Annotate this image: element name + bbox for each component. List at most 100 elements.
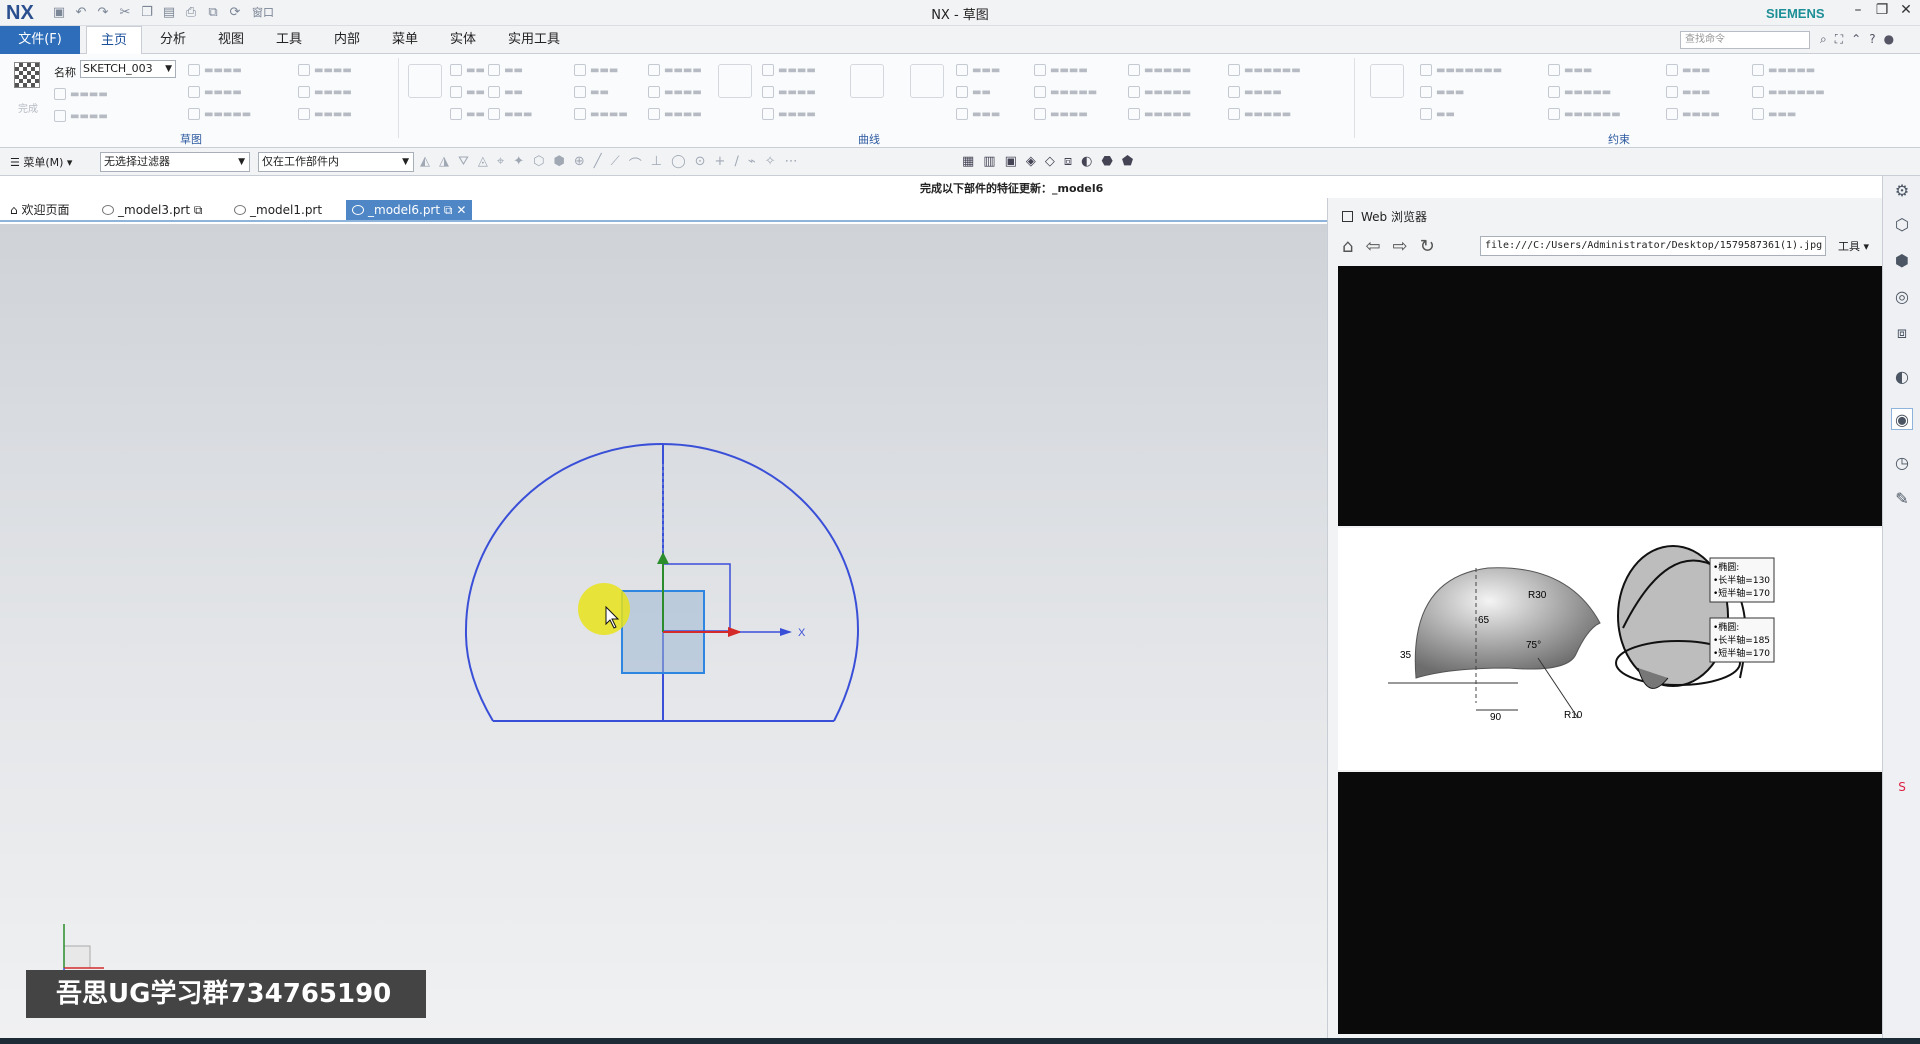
select-icon[interactable]: ◬ (478, 154, 488, 173)
line-icon[interactable]: ╱ (594, 154, 602, 173)
web-browser-icon[interactable]: ◉ (1891, 408, 1913, 430)
offset-curve-icon[interactable] (718, 64, 752, 98)
ribbon-faded-cmd[interactable]: ▬▬▬▬▬ (1228, 108, 1291, 120)
ribbon-faded-cmd[interactable]: ▬▬▬ (956, 64, 1000, 76)
ribbon-faded-cmd[interactable]: ▬▬▬▬▬▬ (1228, 64, 1301, 76)
type-filter-select[interactable]: 无选择过滤器 ▼ (100, 152, 250, 172)
snap-icon[interactable]: ⌖ (497, 154, 504, 173)
render-icon[interactable]: ⬟ (1122, 154, 1133, 169)
reuse-library-icon[interactable]: ⧈ (1891, 322, 1913, 344)
assembly-navigator-icon[interactable]: ⬢ (1891, 250, 1913, 272)
ribbon-faded-cmd[interactable]: ▬▬▬ (574, 64, 618, 76)
view-icon[interactable]: ◇ (1045, 154, 1055, 169)
center-icon[interactable]: ⊕ (574, 154, 585, 173)
fullscreen-icon[interactable]: ⛶ (1835, 32, 1843, 47)
ribbon-faded-cmd[interactable]: ▬▬▬ (956, 108, 1000, 120)
profile-icon[interactable] (408, 64, 442, 98)
ribbon-faded-cmd[interactable]: ▬▬▬▬ (188, 86, 242, 98)
ribbon-faded-cmd[interactable]: ▬▬ ▬▬ (450, 86, 523, 98)
tab-analysis[interactable]: 分析 (148, 26, 198, 54)
snap-icon[interactable]: ⋯ (785, 154, 798, 173)
ribbon-faded-cmd[interactable]: ▬▬▬▬▬ (1034, 86, 1097, 98)
tab-internal[interactable]: 内部 (322, 26, 372, 54)
tab-tools[interactable]: 工具 (264, 26, 314, 54)
tab-home[interactable]: 主页 (86, 26, 142, 55)
ribbon-faded-cmd[interactable]: ▬▬▬▬ (54, 110, 108, 122)
line-icon[interactable]: ∕ (734, 154, 738, 173)
home-icon[interactable]: ⌂ (1342, 236, 1353, 257)
collapse-ribbon-icon[interactable]: ⌃ (1851, 32, 1861, 47)
ribbon-faded-cmd[interactable]: ▬▬▬▬ (1666, 108, 1720, 120)
tab-solid[interactable]: 实体 (438, 26, 488, 54)
ribbon-faded-cmd[interactable]: ▬▬▬▬ (298, 86, 352, 98)
graphics-window[interactable]: X 吾思UG学习群734765190 (0, 224, 1327, 1044)
restore-icon[interactable]: ❐ (1874, 2, 1890, 22)
filter-icon[interactable]: ⛛ (458, 154, 469, 173)
cube-icon[interactable]: ⬢ (554, 154, 565, 173)
ribbon-faded-cmd[interactable]: ▬▬▬▬ (1034, 64, 1088, 76)
settings-icon[interactable]: ⚙ (1891, 180, 1913, 202)
menu-button[interactable]: ☰ 菜单(M) ▾ (10, 154, 72, 170)
switch-window-icon[interactable]: ⧉ (204, 4, 222, 22)
snap-icon[interactable]: ✧ (765, 154, 776, 173)
ribbon-faded-cmd[interactable]: ▬▬▬▬▬ (1128, 86, 1191, 98)
ribbon-faded-cmd[interactable]: ▬▬▬▬ (762, 64, 816, 76)
paste-icon[interactable]: ▤ (160, 4, 178, 22)
perpendicular-icon[interactable]: ⊥ (651, 154, 662, 173)
point-icon[interactable]: + (715, 154, 726, 173)
ribbon-faded-cmd[interactable]: ▬▬ ▬▬▬ (450, 108, 532, 120)
ime-icon[interactable]: S (1891, 776, 1913, 798)
ribbon-faded-cmd[interactable]: ▬▬▬▬ (298, 108, 352, 120)
ribbon-faded-cmd[interactable]: ▬▬▬▬▬▬ (1752, 86, 1825, 98)
tab-welcome-page[interactable]: ⌂ 欢迎页面 (4, 200, 75, 220)
ribbon-faded-cmd[interactable]: ▬▬ (1420, 108, 1455, 120)
view-icon[interactable]: ▦ (962, 154, 974, 169)
sketch-name-select[interactable]: SKETCH_003 ▼ (80, 60, 176, 78)
close-tab-icon[interactable]: ✕ (456, 203, 466, 217)
tab-menu[interactable]: 菜单 (380, 26, 430, 54)
close-icon[interactable]: ✕ (1898, 2, 1914, 22)
forward-icon[interactable]: ⇨ (1393, 236, 1408, 257)
save-icon[interactable]: ▣ (50, 4, 68, 22)
circle-icon[interactable]: ⊙ (695, 154, 706, 173)
ribbon-faded-cmd[interactable]: ▬▬▬▬▬ (1128, 108, 1191, 120)
roles-icon[interactable]: ✎ (1891, 488, 1913, 510)
ribbon-faded-cmd[interactable]: ▬▬▬ (1752, 108, 1796, 120)
view-icon[interactable]: ◈ (1026, 154, 1036, 169)
print-icon[interactable]: ⎙ (182, 4, 200, 22)
ribbon-faded-cmd[interactable]: ▬▬▬▬ (1228, 86, 1282, 98)
undo-icon[interactable]: ↶ (72, 4, 90, 22)
finish-sketch-icon[interactable] (14, 62, 40, 88)
ribbon-faded-cmd[interactable]: ▬▬▬▬ (574, 108, 628, 120)
ribbon-faded-cmd[interactable]: ▬▬▬▬▬ (1548, 86, 1611, 98)
part-navigator-icon[interactable]: ⬡ (1891, 214, 1913, 236)
ribbon-faded-cmd[interactable]: ▬▬▬ (1666, 64, 1710, 76)
tab-model1[interactable]: _model1.prt (228, 200, 328, 220)
geometric-constraint-icon[interactable] (1370, 64, 1404, 98)
cube-icon[interactable]: ⬡ (533, 154, 544, 173)
ribbon-faded-cmd[interactable]: ▬▬▬▬ (54, 88, 108, 100)
tab-view[interactable]: 视图 (206, 26, 256, 54)
sketch-canvas[interactable]: X (0, 224, 1327, 1044)
browser-tools-menu[interactable]: 工具 ▾ (1838, 238, 1869, 254)
snap-icon[interactable]: ⌁ (748, 154, 756, 173)
cut-icon[interactable]: ✂ (116, 4, 134, 22)
pattern-curve-icon[interactable] (850, 64, 884, 98)
search-icon[interactable]: ⌕ (1820, 32, 1827, 47)
snap-icon[interactable]: ✦ (513, 154, 524, 173)
ribbon-faded-cmd[interactable]: ▬▬▬▬▬ (1128, 64, 1191, 76)
ribbon-faded-cmd[interactable]: ▬▬▬▬▬▬▬ (1420, 64, 1502, 76)
render-icon[interactable]: ◐ (1081, 154, 1092, 169)
copy-icon[interactable]: ❐ (138, 4, 156, 22)
ribbon-faded-cmd[interactable]: ▬▬▬▬ (1034, 108, 1088, 120)
tab-file[interactable]: 文件(F) (0, 26, 80, 54)
minimize-icon[interactable]: – (1850, 2, 1866, 22)
repeat-command-icon[interactable]: ⟳ (226, 4, 244, 22)
ribbon-faded-cmd[interactable]: ▬▬▬ (1548, 64, 1592, 76)
quick-trim-icon[interactable] (910, 64, 944, 98)
ribbon-faded-cmd[interactable]: ▬▬▬ (1420, 86, 1464, 98)
command-search-input[interactable]: 查找命令 (1680, 31, 1810, 49)
redo-icon[interactable]: ↷ (94, 4, 112, 22)
window-menu[interactable]: 窗口 (248, 4, 278, 22)
arch-curve[interactable] (464, 443, 860, 722)
